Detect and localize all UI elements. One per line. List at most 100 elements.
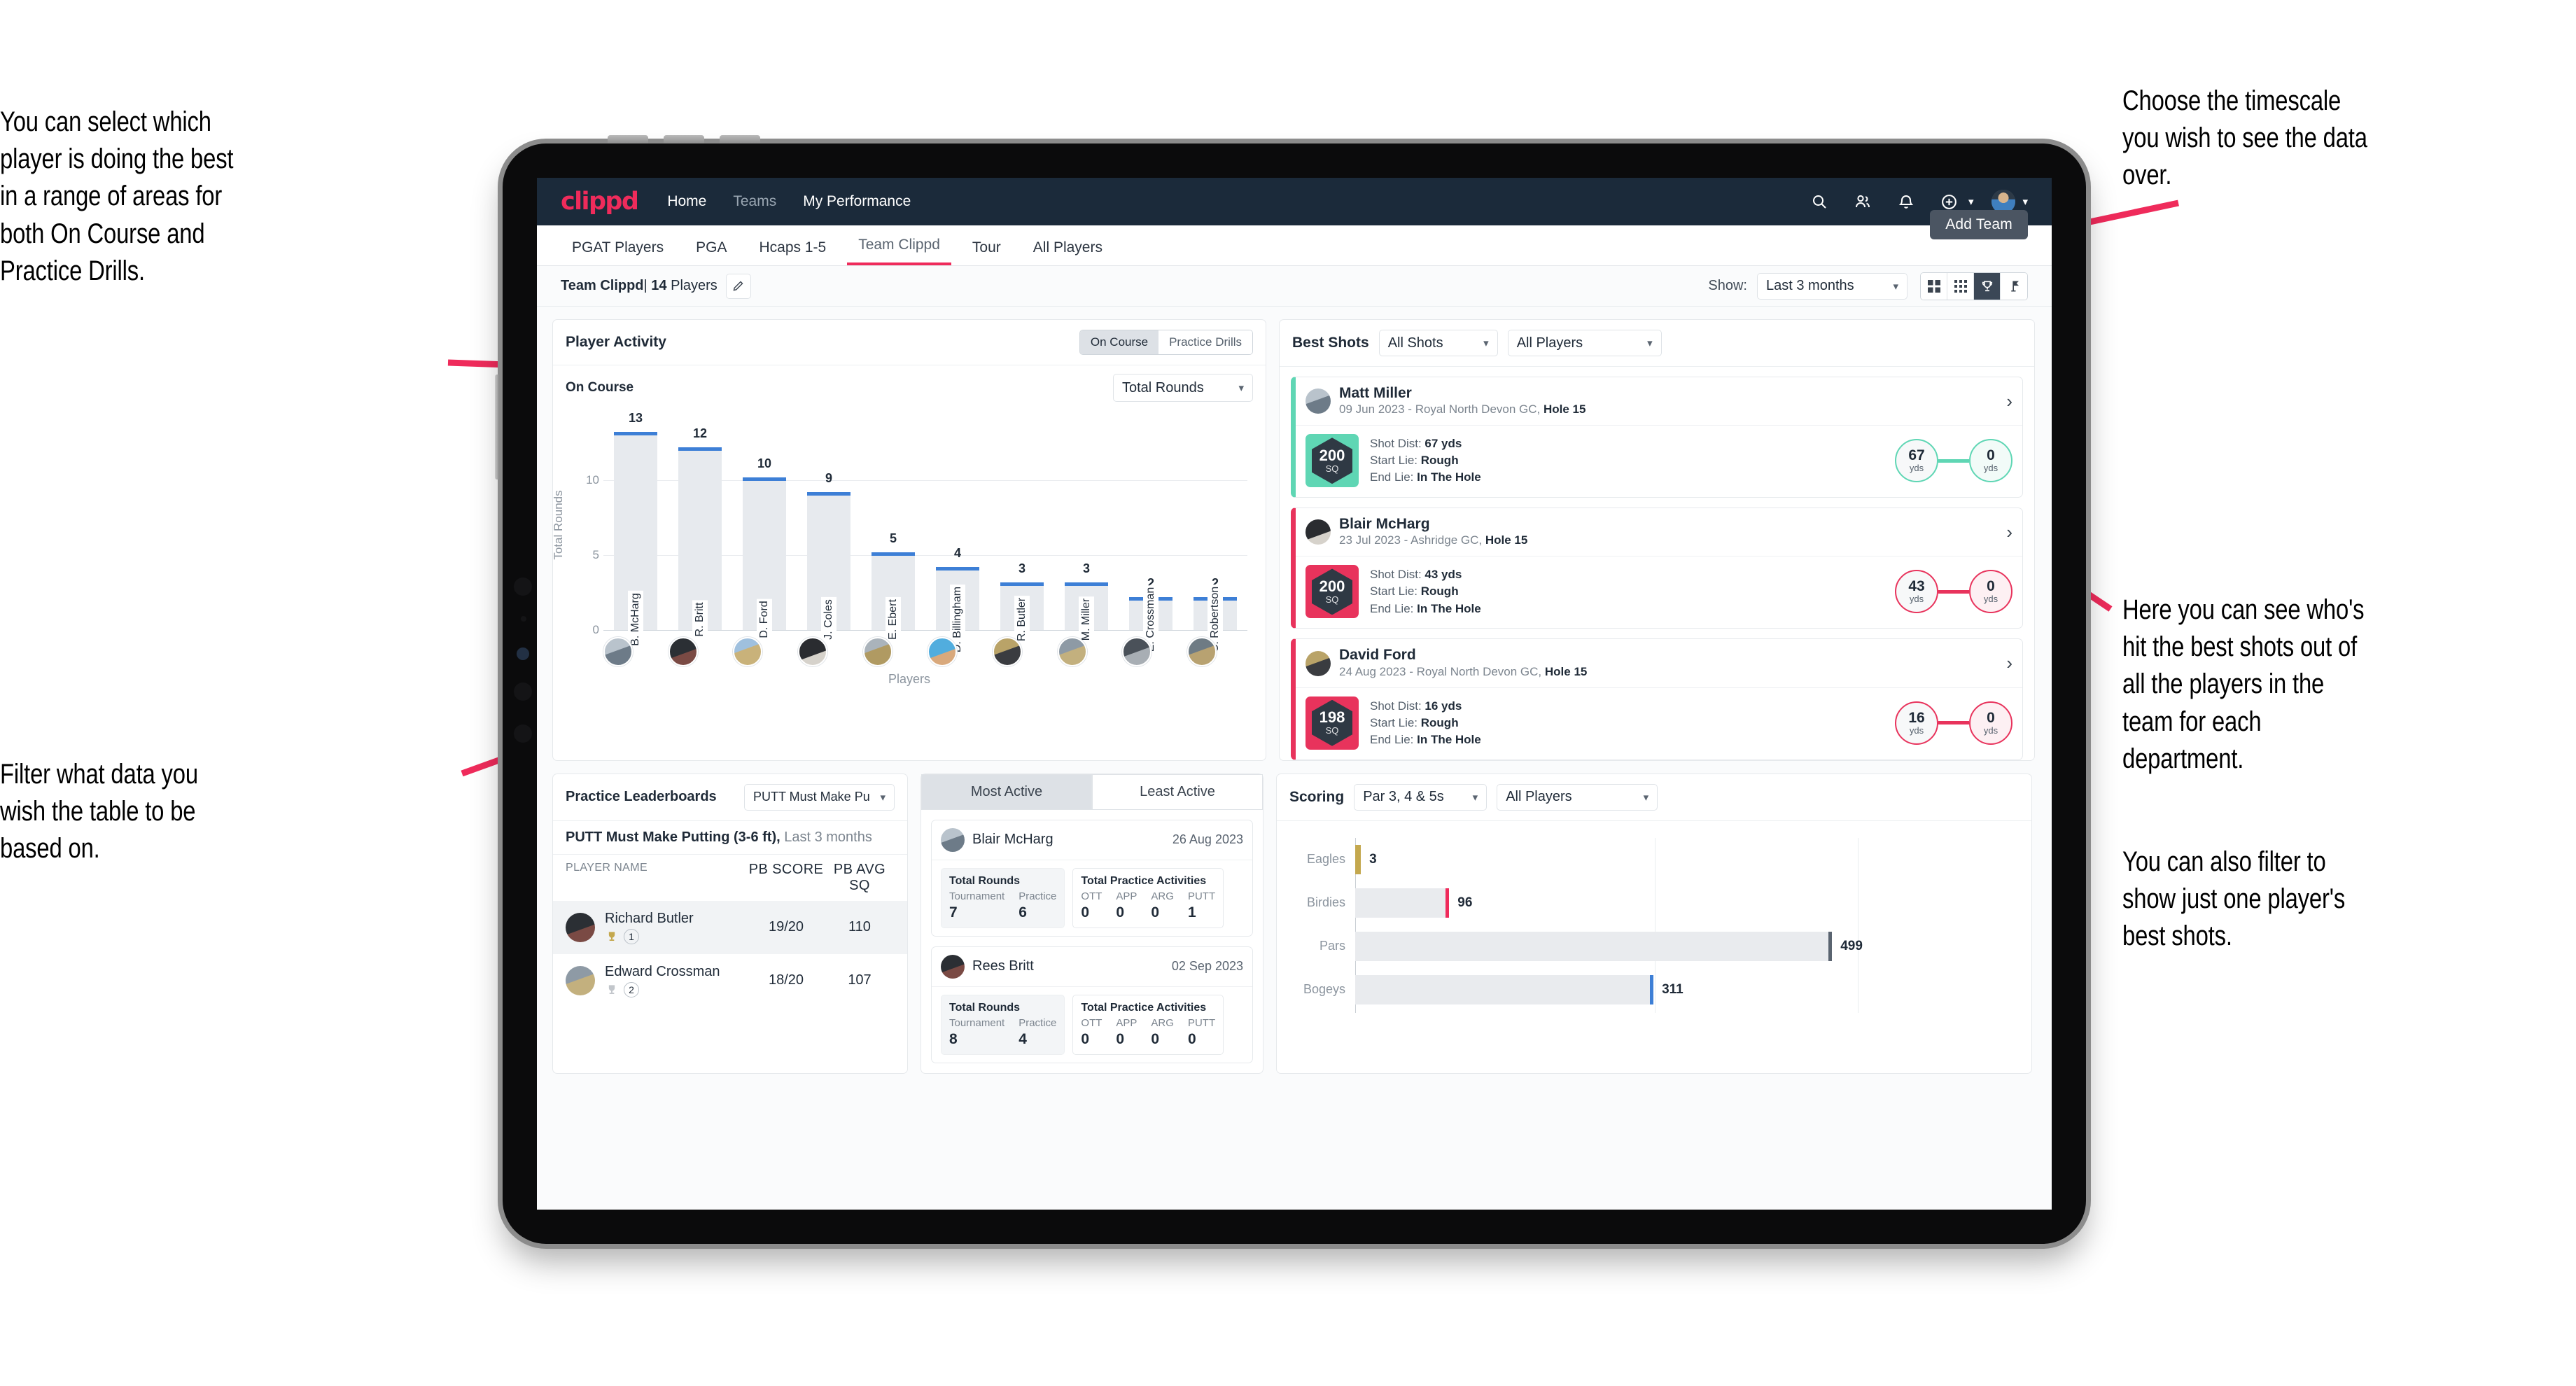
timescale-select[interactable]: Last 3 months ▾ <box>1757 272 1907 300</box>
tab-least-active[interactable]: Least Active <box>1092 774 1263 810</box>
chevron-down-icon: ▾ <box>1893 280 1898 293</box>
best-shots-shot-filter[interactable]: All Shots ▾ <box>1378 330 1498 356</box>
player-avatar[interactable] <box>1057 637 1087 666</box>
edit-team-button[interactable] <box>725 273 751 299</box>
drill-value: PUTT Must Make Putting ... <box>753 790 870 804</box>
bar-group[interactable]: 4 D. Billingham <box>925 420 990 655</box>
bell-icon[interactable] <box>1890 186 1922 218</box>
bar-group[interactable]: 9 J. Coles <box>797 420 861 642</box>
grid-small-icon[interactable] <box>1947 272 1974 300</box>
nav-link-my-performance[interactable]: My Performance <box>803 193 911 210</box>
bar-group[interactable]: 10 D. Ford <box>732 420 797 640</box>
activity-bar-chart: Total Rounds 10 5 0 13 B. McHarg 12 R. Brit… <box>552 411 1247 655</box>
total-practice-box: Total Practice Activities OTT 0 APP 0 ARG 0 PUT… <box>1072 867 1224 928</box>
tab-tour[interactable]: Tour <box>961 239 1012 265</box>
tab-team-clippd[interactable]: Team Clippd <box>847 237 951 265</box>
nav-link-teams[interactable]: Teams <box>733 193 776 210</box>
profile-chevron-down-icon[interactable]: ▾ <box>2022 195 2028 208</box>
bar[interactable]: 12 R. Britt <box>678 426 722 639</box>
scoring-value: 96 <box>1457 895 1473 910</box>
activity-stat-boxes: Total Rounds Tournament 7 Practice 6 Total Pr… <box>932 860 1252 936</box>
tab-pga[interactable]: PGA <box>685 239 738 265</box>
segment-practice-drills[interactable]: Practice Drills <box>1158 330 1252 354</box>
shot-details: Shot Dist: 16 yds Start Lie: Rough End Lie… <box>1370 698 1481 748</box>
player-avatar[interactable] <box>992 637 1022 666</box>
trophy-icon[interactable] <box>1974 272 2001 300</box>
team-sep: | <box>643 278 648 293</box>
distance-dumbbell: 43 yds 0 yds <box>1895 570 2012 614</box>
rank-number: 2 <box>624 981 639 997</box>
flag-icon[interactable] <box>2001 272 2027 300</box>
bar-group[interactable]: 13 B. McHarg <box>603 411 668 648</box>
player-filter-value: All Players <box>1516 335 1583 351</box>
best-shots-player-filter[interactable]: All Players ▾ <box>1507 330 1662 356</box>
bar-label: J. Coles <box>821 597 836 642</box>
list-item[interactable]: Blair McHarg 26 Aug 2023 Total Rounds Tourn… <box>931 819 1253 937</box>
bar-label: M. Miller <box>1079 596 1094 643</box>
start-distance-unit: yds <box>1909 594 1924 605</box>
plus-chevron-down-icon[interactable]: ▾ <box>1968 195 1974 208</box>
tab-all-players[interactable]: All Players <box>1022 239 1114 265</box>
best-shot-row[interactable]: Matt Miller 09 Jun 2023 - Royal North Dev… <box>1291 377 2023 498</box>
player-avatar[interactable] <box>797 637 827 666</box>
bar[interactable]: 2 C. Robertson <box>1194 576 1237 655</box>
leaderboard-column-headers: PLAYER NAME PB SCORE PB AVG SQ <box>553 855 907 901</box>
bar-group[interactable]: 12 R. Britt <box>668 420 732 639</box>
add-team-button[interactable]: Add Team <box>1930 210 2028 239</box>
player-avatar[interactable] <box>1186 637 1217 666</box>
scoring-par-filter[interactable]: Par 3, 4 & 5s ▾ <box>1354 783 1488 811</box>
nav-link-home[interactable]: Home <box>667 193 706 210</box>
people-icon[interactable] <box>1847 186 1879 218</box>
table-row[interactable]: Edward Crossman 2 18/20 107 <box>553 954 907 1007</box>
drill-select[interactable]: PUTT Must Make Putting ... ▾ <box>744 783 895 811</box>
chevron-right-icon[interactable]: › <box>2006 652 2012 674</box>
bar[interactable]: 4 D. Billingham <box>936 546 979 655</box>
best-shot-row[interactable]: Blair McHarg 23 Jul 2023 - Ashridge GC, H… <box>1291 507 2023 629</box>
bar-group[interactable]: 3 R. Butler <box>990 420 1054 644</box>
player-avatar[interactable] <box>1122 637 1152 666</box>
table-row[interactable]: Richard Butler 1 19/20 110 <box>553 900 907 954</box>
clippd-logo[interactable]: clippd <box>561 188 639 216</box>
ytick-10: 10 <box>586 472 599 486</box>
chevron-right-icon[interactable]: › <box>2006 522 2012 543</box>
player-avatar[interactable] <box>668 637 698 666</box>
chart-mode-label: On Course <box>566 380 634 395</box>
player-avatar[interactable] <box>733 637 763 666</box>
bar-group[interactable]: 2 E. Crossman <box>1119 420 1183 654</box>
segment-on-course[interactable]: On Course <box>1079 330 1159 354</box>
grid-large-icon[interactable] <box>1921 272 1947 300</box>
bar[interactable]: 2 E. Crossman <box>1129 576 1172 654</box>
tab-most-active[interactable]: Most Active <box>921 774 1092 810</box>
box-title: Total Practice Activities <box>1081 874 1207 887</box>
view-toggle-group <box>1920 272 2028 300</box>
metric-select[interactable]: Total Rounds ▾ <box>1113 374 1253 402</box>
tab-hcaps-1-5[interactable]: Hcaps 1-5 <box>748 239 837 265</box>
bar[interactable]: 5 E. Ebert <box>872 531 915 642</box>
tab-pgat-players[interactable]: PGAT Players <box>561 239 675 265</box>
sensor-dot <box>521 616 526 622</box>
bar[interactable]: 9 J. Coles <box>807 471 850 642</box>
player-avatar[interactable] <box>862 637 892 666</box>
scoring-player-filter[interactable]: All Players ▾ <box>1497 783 1658 811</box>
bar[interactable]: 3 R. Butler <box>1000 561 1044 644</box>
start-distance-value: 67 <box>1908 447 1925 464</box>
bar[interactable]: 3 M. Miller <box>1065 561 1108 643</box>
player-avatar[interactable] <box>927 637 958 666</box>
chevron-right-icon[interactable]: › <box>2006 391 2012 412</box>
list-item[interactable]: Rees Britt 02 Sep 2023 Total Rounds Tournam… <box>931 946 1253 1063</box>
end-distance-value: 0 <box>1987 578 1995 595</box>
bar-group[interactable]: 3 M. Miller <box>1054 420 1119 643</box>
search-icon[interactable] <box>1803 186 1835 218</box>
box-title: Total Rounds <box>949 1001 1021 1014</box>
start-distance-unit: yds <box>1909 463 1924 474</box>
player-avatar[interactable] <box>603 637 633 666</box>
best-shot-row[interactable]: David Ford 24 Aug 2023 - Royal North Devo… <box>1291 638 2023 760</box>
bar-group[interactable]: 5 E. Ebert <box>861 420 925 642</box>
stat-key: ARG <box>1151 890 1174 902</box>
annotation-right-mid: Here you can see who's hit the best shot… <box>2122 594 2365 774</box>
best-shot-body: 200 SQ Shot Dist: 67 yds Start Lie: Rough En… <box>1296 425 2022 497</box>
tablet-device: clippd Home Teams My Performance ▾ ▾ PGA… <box>495 135 2086 1244</box>
bar[interactable]: 10 D. Ford <box>743 456 786 640</box>
bar[interactable]: 13 B. McHarg <box>614 411 657 648</box>
bar-group[interactable]: 2 C. Robertson <box>1183 420 1247 655</box>
